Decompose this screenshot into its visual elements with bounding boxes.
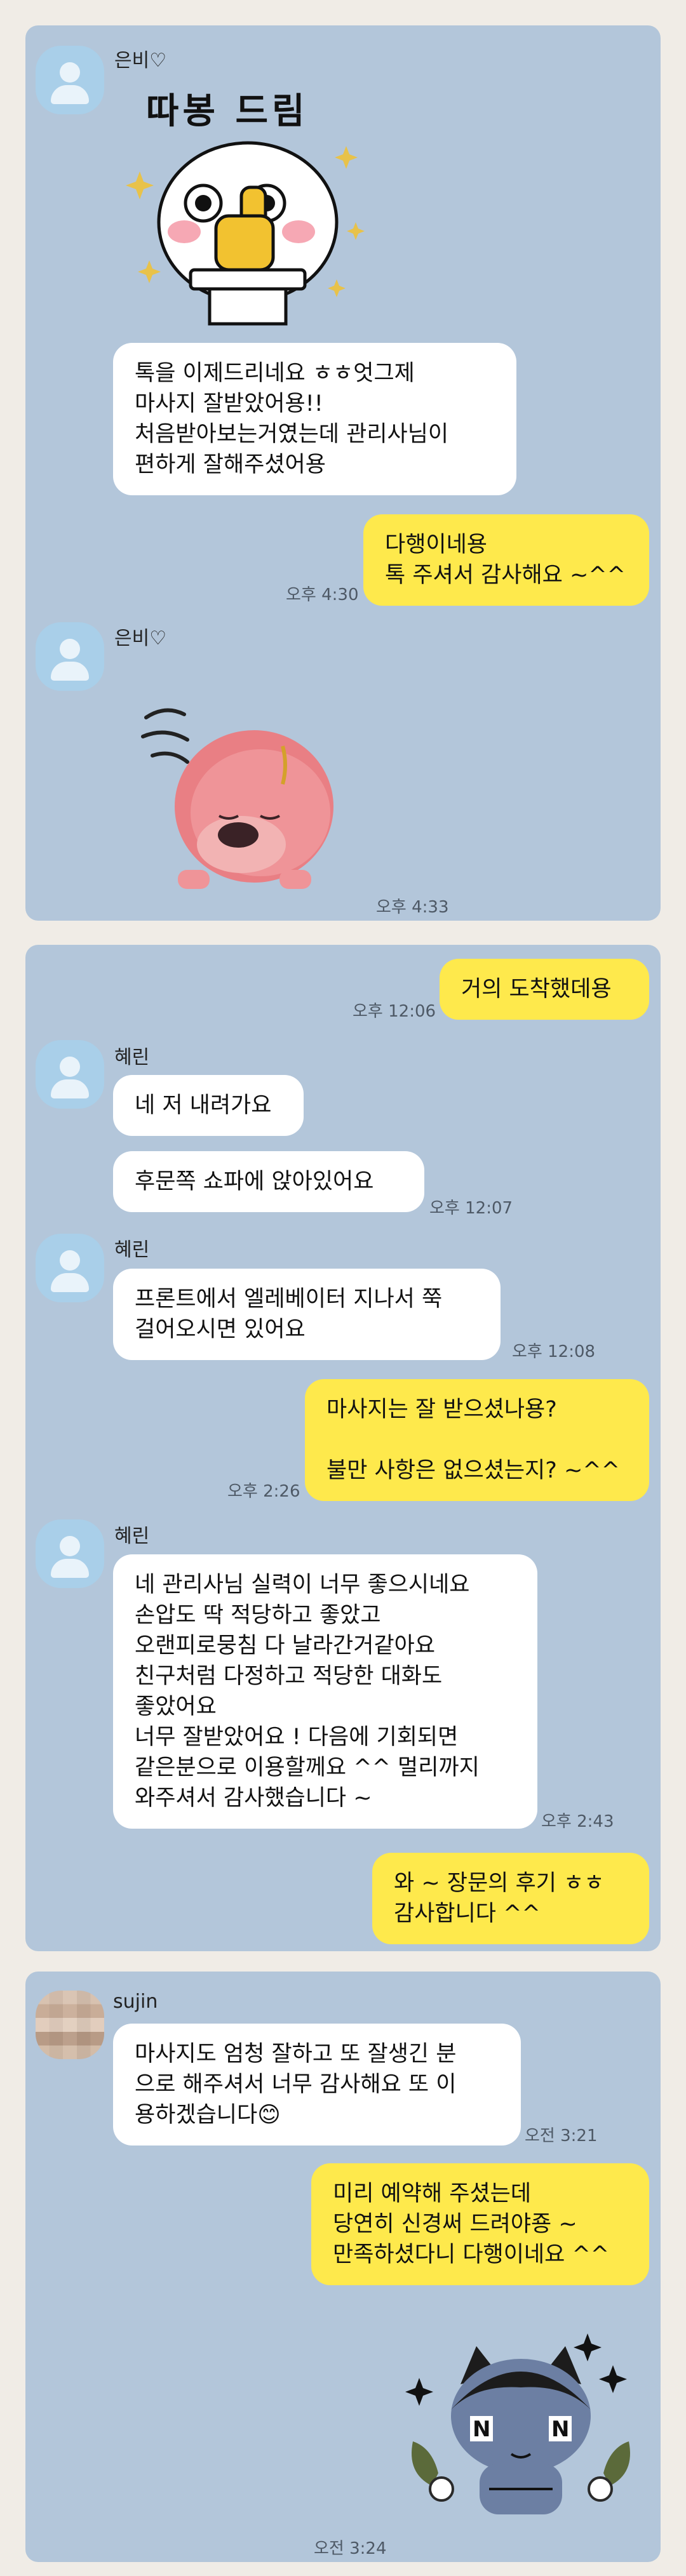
message-bubble[interactable]: 네 저 내려가요 bbox=[113, 1075, 304, 1136]
profile-avatar[interactable] bbox=[36, 1991, 104, 2059]
pink-creature-icon bbox=[141, 708, 333, 889]
message-bubble[interactable]: 톡을 이제드리네요 ㅎㅎ엇그제 마사지 잘받았어용!! 처음받아보는거였는데 관… bbox=[113, 343, 516, 495]
message-bubble[interactable]: 프론트에서 엘레베이터 지나서 쭉 걸어오시면 있어요 bbox=[113, 1269, 501, 1360]
message-bubble[interactable]: 마사지도 엄청 잘하고 또 잘생긴 분 으로 해주셔서 너무 감사해요 또 이 … bbox=[113, 2024, 521, 2146]
profile-avatar[interactable] bbox=[36, 1040, 104, 1109]
chat-screenshot-3: sujin 마사지도 엄청 잘하고 또 잘생긴 분 으로 해주셔서 너무 감사해… bbox=[25, 1972, 661, 2562]
my-message-bubble[interactable]: 다행이네용 톡 주셔서 감사해요 ~^^ bbox=[363, 514, 649, 606]
message-time: 오후 4:30 bbox=[286, 585, 359, 604]
cat-character-sticker[interactable]: N N bbox=[394, 2321, 648, 2530]
sticker-character-icon bbox=[126, 141, 365, 326]
profile-avatar[interactable] bbox=[36, 1234, 104, 1302]
sender-name: 혜린 bbox=[114, 1239, 150, 1261]
profile-avatar[interactable] bbox=[36, 622, 104, 691]
message-time: 오후 12:07 bbox=[429, 1199, 513, 1218]
svg-text:N: N bbox=[473, 2417, 490, 2442]
cat-character-icon: N N bbox=[405, 2333, 630, 2514]
message-time: 오후 2:43 bbox=[541, 1812, 614, 1831]
sender-name: sujin bbox=[113, 1991, 158, 2013]
sender-name: 은비♡ bbox=[114, 627, 167, 650]
profile-avatar[interactable] bbox=[36, 1519, 104, 1588]
message-time: 오전 3:24 bbox=[314, 2539, 387, 2558]
my-message-bubble[interactable]: 미리 예약해 주셨는데 당연히 신경써 드려야죵 ~ 만족하셨다니 다행이네요 … bbox=[311, 2163, 649, 2285]
message-bubble[interactable]: 후문쪽 쇼파에 앉아있어요 bbox=[113, 1151, 424, 1212]
message-time: 오후 2:26 bbox=[227, 1482, 300, 1501]
sender-name: 혜린 bbox=[114, 1046, 150, 1069]
chat-screenshot-1: 은비♡ 따봉 드림 톡을 이제드리네요 ㅎㅎ엇그제 마사지 잘받았어용!! 처음… bbox=[25, 25, 661, 921]
message-time: 오후 4:33 bbox=[376, 898, 449, 917]
thumbs-up-sticker[interactable]: 따봉 드림 bbox=[114, 83, 381, 337]
bowing-creature-sticker[interactable] bbox=[133, 686, 337, 895]
sticker-caption: 따봉 드림 bbox=[146, 91, 309, 132]
my-message-bubble[interactable]: 마사지는 잘 받으셨나용? 불만 사항은 없으셨는지? ~^^ bbox=[305, 1379, 649, 1501]
chat-screenshot-2: 오후 12:06 거의 도착했데용 혜린 네 저 내려가요 후문쪽 쇼파에 앉아… bbox=[25, 945, 661, 1951]
my-message-bubble[interactable]: 와 ~ 장문의 후기 ㅎㅎ 감사합니다 ^^ bbox=[372, 1853, 649, 1944]
sender-name: 은비♡ bbox=[114, 50, 167, 72]
message-bubble[interactable]: 네 관리사님 실력이 너무 좋으시네요 손압도 딱 적당하고 좋았고 오랜피로뭉… bbox=[113, 1554, 537, 1829]
message-time: 오전 3:21 bbox=[525, 2126, 598, 2146]
message-time: 오후 12:08 bbox=[512, 1342, 596, 1361]
message-time: 오후 12:06 bbox=[353, 1002, 436, 1021]
profile-avatar[interactable] bbox=[36, 46, 104, 114]
my-message-bubble[interactable]: 거의 도착했데용 bbox=[440, 959, 649, 1020]
svg-text:N: N bbox=[551, 2417, 569, 2442]
sender-name: 혜린 bbox=[114, 1525, 150, 1547]
